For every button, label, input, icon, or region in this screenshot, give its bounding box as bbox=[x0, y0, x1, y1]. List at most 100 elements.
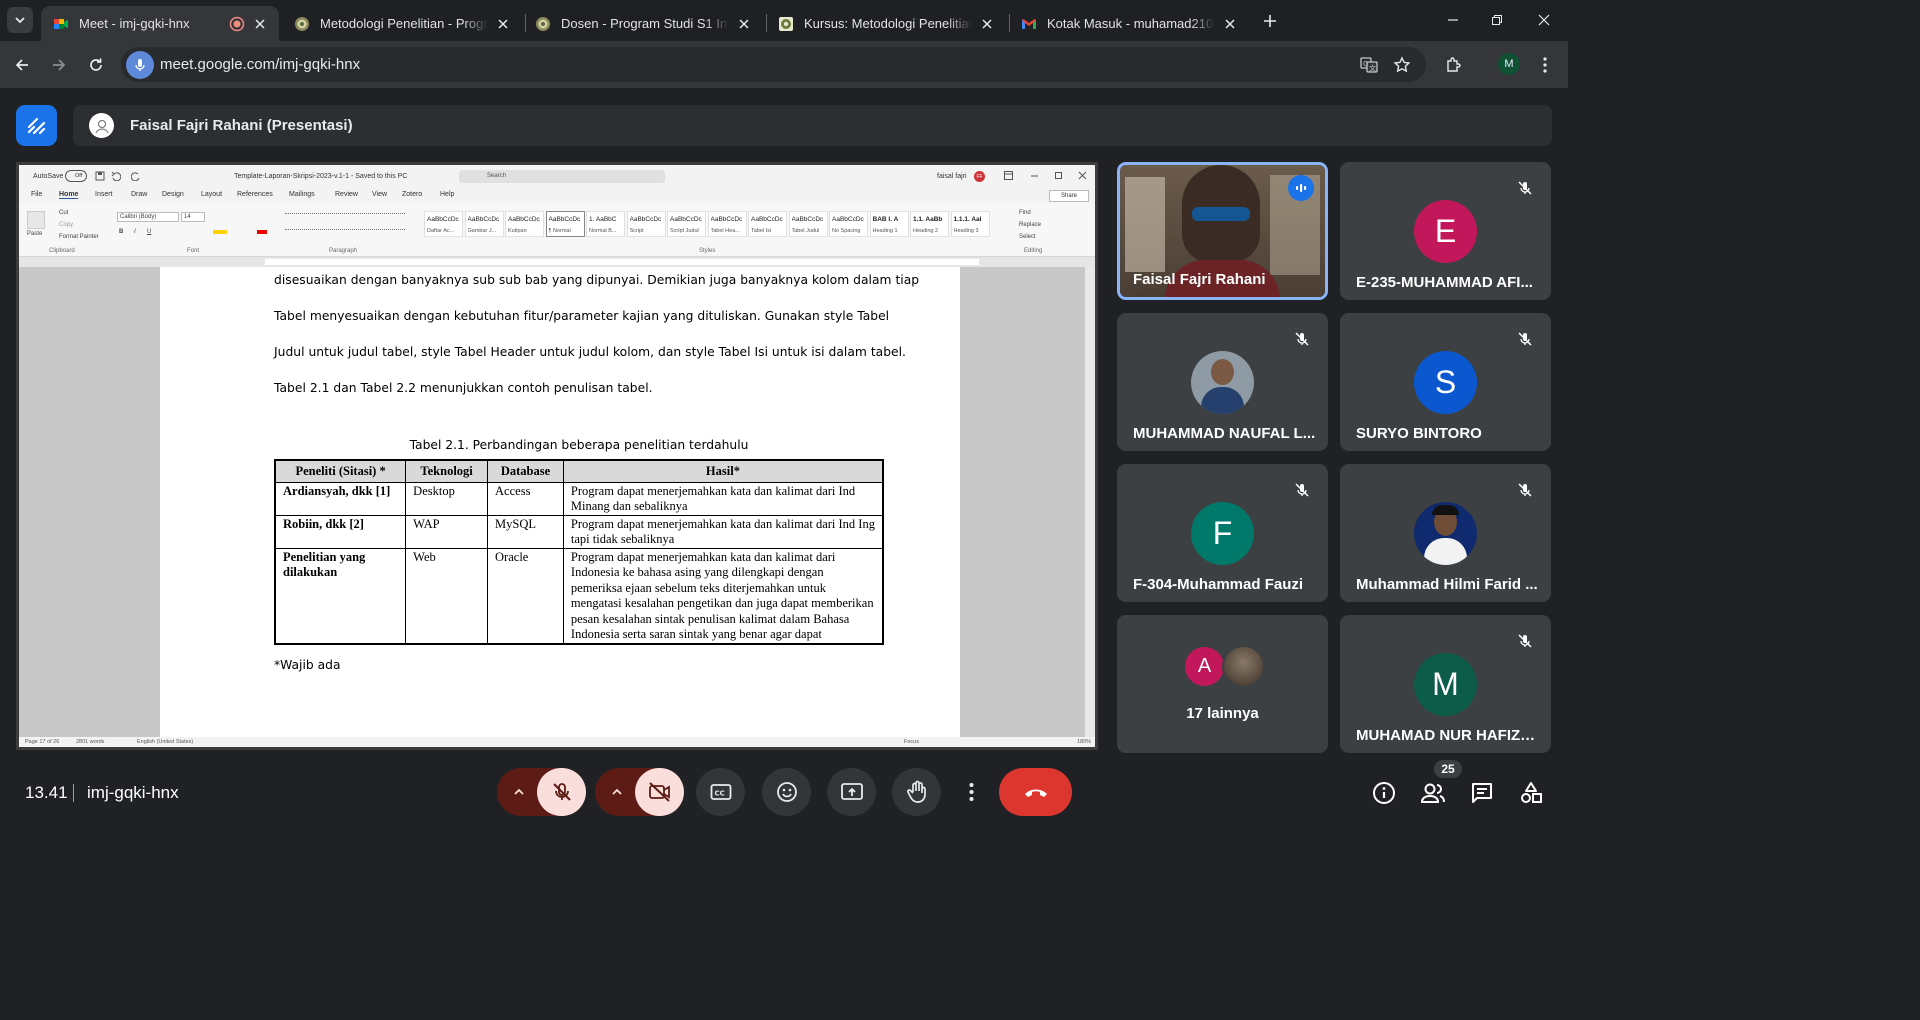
translate-button[interactable]: G文 bbox=[1359, 55, 1379, 75]
style-gallery-item[interactable]: AaBbCcDc No Spacing bbox=[829, 211, 868, 237]
word-maximize-icon[interactable] bbox=[1054, 171, 1063, 182]
ribbon-tab[interactable]: Draw bbox=[131, 191, 147, 198]
camera-toggle-button[interactable] bbox=[635, 768, 684, 816]
presentation-view-button[interactable] bbox=[16, 105, 57, 146]
more-options-button[interactable] bbox=[947, 768, 996, 816]
style-gallery-item[interactable]: 1.1. AaBb Heading 2 bbox=[910, 211, 949, 237]
format-painter-label[interactable]: Format Painter bbox=[59, 234, 99, 240]
underline-button[interactable]: U bbox=[147, 229, 151, 235]
tab-kursus[interactable]: Kursus: Metodologi Penelitian (A) bbox=[766, 6, 1006, 41]
autosave-toggle[interactable]: Off bbox=[65, 170, 87, 182]
tab-meet[interactable]: Meet - imj-gqki-hnx bbox=[41, 6, 279, 41]
audio-options-button[interactable] bbox=[497, 768, 586, 816]
ribbon-tab-home[interactable]: Home bbox=[59, 191, 79, 199]
highlight-color-icon[interactable] bbox=[213, 230, 227, 234]
list-buttons[interactable] bbox=[285, 213, 405, 219]
paste-label[interactable]: Paste bbox=[27, 231, 42, 237]
tab-gmail[interactable]: Kotak Masuk - muhamad2100018 bbox=[1009, 6, 1249, 41]
captions-button[interactable]: CC bbox=[696, 768, 745, 816]
profile-avatar[interactable]: M bbox=[1498, 53, 1520, 75]
font-color-icon[interactable] bbox=[257, 230, 267, 234]
close-tab-icon[interactable] bbox=[251, 15, 269, 33]
style-gallery-item[interactable]: 1. AaBbC Normal B... bbox=[586, 211, 625, 237]
participant-tile-faisal[interactable]: Faisal Fajri Rahani bbox=[1117, 162, 1328, 300]
style-gallery-item[interactable]: AaBbCcDc Tabel Isi bbox=[748, 211, 787, 237]
ribbon-tab[interactable]: Review bbox=[335, 191, 358, 198]
chat-button[interactable] bbox=[1467, 778, 1497, 808]
word-share-button[interactable]: Share bbox=[1049, 190, 1089, 202]
raise-hand-button[interactable] bbox=[892, 768, 941, 816]
close-tab-icon[interactable] bbox=[1221, 15, 1239, 33]
italic-button[interactable]: I bbox=[134, 229, 136, 235]
word-user-initials[interactable]: FF bbox=[974, 171, 985, 182]
word-search-box[interactable]: Search bbox=[459, 170, 665, 183]
font-size-select[interactable]: 14 bbox=[181, 212, 205, 222]
reactions-button[interactable] bbox=[762, 768, 811, 816]
browser-menu-button[interactable] bbox=[1531, 51, 1559, 79]
participant-tile[interactable]: S SURYO BINTORO bbox=[1340, 313, 1551, 451]
participant-tile[interactable]: M MUHAMAD NUR HAFIZUL bbox=[1340, 615, 1551, 753]
ribbon-tab[interactable]: References bbox=[237, 191, 273, 198]
tab-dosen[interactable]: Dosen - Program Studi S1 Informatika bbox=[523, 6, 763, 41]
tab-search-button[interactable] bbox=[7, 7, 33, 33]
new-tab-button[interactable] bbox=[1258, 9, 1282, 33]
redo-icon[interactable] bbox=[130, 171, 141, 183]
reload-button[interactable] bbox=[82, 51, 110, 79]
style-gallery-item[interactable]: AaBbCcDc Kutipan bbox=[505, 211, 544, 237]
ribbon-tab[interactable]: Layout bbox=[201, 191, 222, 198]
word-close-icon[interactable] bbox=[1078, 171, 1087, 182]
forward-button[interactable] bbox=[45, 51, 73, 79]
close-tab-icon[interactable] bbox=[494, 15, 512, 33]
find-button[interactable]: Find bbox=[1019, 210, 1031, 216]
style-gallery-item[interactable]: AaBbCcDc Script Judul bbox=[667, 211, 706, 237]
site-info-mic-chip[interactable] bbox=[126, 51, 154, 79]
participant-tile[interactable]: E E-235-MUHAMMAD AFI... bbox=[1340, 162, 1551, 300]
page-count[interactable]: Page 17 of 26 bbox=[25, 739, 59, 745]
microphone-toggle-button[interactable] bbox=[537, 768, 586, 816]
participant-tile[interactable]: F F-304-Muhammad Fauzi bbox=[1117, 464, 1328, 602]
ribbon-tab[interactable]: Design bbox=[162, 191, 184, 198]
document-page[interactable]: disesuaikan dengan banyaknya sub sub bab… bbox=[160, 267, 960, 737]
activities-button[interactable] bbox=[1516, 778, 1546, 808]
ribbon-tab[interactable]: Zotero bbox=[402, 191, 422, 198]
shared-screen[interactable]: AutoSave Off Template-Laporan-Skripsi-20… bbox=[16, 162, 1098, 750]
replace-button[interactable]: Replace bbox=[1019, 222, 1041, 228]
style-gallery-item[interactable]: AaBbCcDc Gambar J... bbox=[464, 211, 504, 237]
ribbon-tab[interactable]: Help bbox=[440, 191, 454, 198]
style-gallery-item[interactable]: BAB I. A Heading 1 bbox=[869, 211, 909, 237]
paste-icon[interactable] bbox=[27, 211, 45, 229]
horizontal-ruler[interactable] bbox=[19, 257, 1095, 267]
ribbon-tab[interactable]: File bbox=[31, 191, 42, 198]
ribbon-tab[interactable]: Mailings bbox=[289, 191, 315, 198]
word-count[interactable]: 2801 words bbox=[76, 739, 104, 745]
close-tab-icon[interactable] bbox=[735, 15, 753, 33]
vertical-scrollbar[interactable] bbox=[1085, 267, 1095, 737]
style-gallery-item[interactable]: 1.1.1. AaI Heading 3 bbox=[950, 211, 990, 237]
style-gallery-item[interactable]: AaBbCcDc Script bbox=[626, 211, 666, 237]
language-status[interactable]: English (United States) bbox=[137, 739, 193, 745]
restore-window-button[interactable] bbox=[1474, 6, 1520, 34]
close-tab-icon[interactable] bbox=[978, 15, 996, 33]
alignment-buttons[interactable] bbox=[285, 229, 405, 235]
copy-label[interactable]: Copy bbox=[59, 222, 73, 228]
style-gallery-item[interactable]: AaBbCcDc Tabel Judul bbox=[788, 211, 828, 237]
video-options-button[interactable] bbox=[595, 768, 684, 816]
people-button[interactable] bbox=[1418, 778, 1448, 808]
tab-metodologi[interactable]: Metodologi Penelitian - Program Studi bbox=[282, 6, 522, 41]
select-button[interactable]: Select bbox=[1019, 234, 1036, 240]
participant-tile[interactable]: Muhammad Hilmi Farid ... bbox=[1340, 464, 1551, 602]
style-gallery-item[interactable]: AaBbCcDc ¶ Normal bbox=[545, 211, 585, 237]
close-window-button[interactable] bbox=[1521, 6, 1567, 34]
zoom-level[interactable]: 180% bbox=[1077, 739, 1091, 745]
extensions-button[interactable] bbox=[1440, 51, 1468, 79]
minimize-window-button[interactable] bbox=[1430, 6, 1476, 34]
bookmark-button[interactable] bbox=[1392, 55, 1412, 75]
style-gallery-item[interactable]: AaBbCcDc Daftar Ac... bbox=[424, 211, 463, 237]
meeting-details-button[interactable] bbox=[1369, 778, 1399, 808]
undo-icon[interactable] bbox=[111, 171, 122, 183]
address-bar[interactable]: meet.google.com/imj-gqki-hnx G文 bbox=[121, 47, 1426, 82]
focus-mode[interactable]: Focus bbox=[904, 739, 919, 745]
back-button[interactable] bbox=[8, 51, 36, 79]
others-tile[interactable]: A 17 lainnya bbox=[1117, 615, 1328, 753]
participant-tile[interactable]: MUHAMMAD NAUFAL L... bbox=[1117, 313, 1328, 451]
